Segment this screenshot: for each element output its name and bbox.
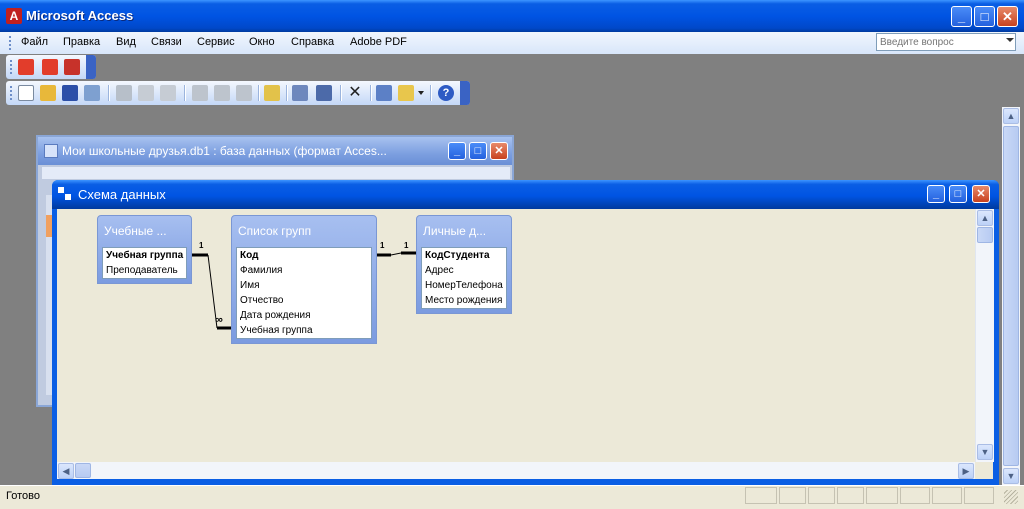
table-title: Личные д... — [423, 224, 487, 238]
relationship-line-personal[interactable] — [377, 251, 417, 257]
table-field[interactable]: КодСтудента — [422, 248, 506, 263]
relationship-one-label: 1 — [380, 241, 385, 250]
table-field[interactable]: Имя — [237, 278, 371, 293]
table-field-list: Учебная группа Преподаватель — [102, 247, 187, 279]
table-field[interactable]: Место рождения — [422, 293, 506, 308]
relationship-one-label: 1 — [199, 241, 204, 250]
status-panel — [964, 487, 994, 504]
table-field[interactable]: Дата рождения — [237, 308, 371, 323]
scroll-down-button[interactable]: ▼ — [977, 444, 993, 460]
status-panel — [837, 487, 864, 504]
canvas-vertical-scrollbar[interactable]: ▲ ▼ — [975, 209, 994, 462]
scroll-thumb[interactable] — [977, 227, 993, 243]
table-personal-data[interactable]: Личные д... КодСтудента Адрес НомерТелеф… — [416, 215, 512, 314]
table-group-list[interactable]: Список групп Код Фамилия Имя Отчество Да… — [231, 215, 377, 344]
status-panel — [932, 487, 962, 504]
table-field[interactable]: Преподаватель — [103, 263, 186, 278]
relationship-line-groups[interactable] — [192, 253, 231, 330]
table-field[interactable]: Учебная группа — [103, 248, 186, 263]
status-panel — [779, 487, 806, 504]
scroll-thumb[interactable] — [75, 463, 91, 478]
status-panel — [808, 487, 835, 504]
table-field[interactable]: Адрес — [422, 263, 506, 278]
table-study-groups[interactable]: Учебные ... Учебная группа Преподаватель — [97, 215, 192, 284]
status-panel — [900, 487, 930, 504]
table-field[interactable]: Отчество — [237, 293, 371, 308]
status-panel — [866, 487, 898, 504]
scroll-left-button[interactable]: ◀ — [58, 463, 74, 479]
table-field[interactable]: Учебная группа — [237, 323, 371, 338]
scroll-up-button[interactable]: ▲ — [977, 210, 993, 226]
relationship-one-label: 1 — [404, 241, 409, 250]
table-field-list: Код Фамилия Имя Отчество Дата рождения У… — [236, 247, 372, 339]
table-field[interactable]: Код — [237, 248, 371, 263]
table-field[interactable]: Фамилия — [237, 263, 371, 278]
table-field[interactable]: НомерТелефона — [422, 278, 506, 293]
scroll-right-button[interactable]: ▶ — [958, 463, 974, 479]
table-title: Учебные ... — [104, 224, 167, 238]
table-title: Список групп — [238, 224, 312, 238]
canvas-horizontal-scrollbar[interactable]: ◀ ▶ — [57, 462, 975, 479]
relationship-many-label: ∞ — [215, 314, 223, 326]
table-field-list: КодСтудента Адрес НомерТелефона Место ро… — [421, 247, 507, 309]
resize-grip-icon[interactable] — [1004, 490, 1018, 504]
status-text: Готово — [6, 490, 40, 502]
status-panel — [745, 487, 777, 504]
scroll-corner — [975, 462, 993, 479]
